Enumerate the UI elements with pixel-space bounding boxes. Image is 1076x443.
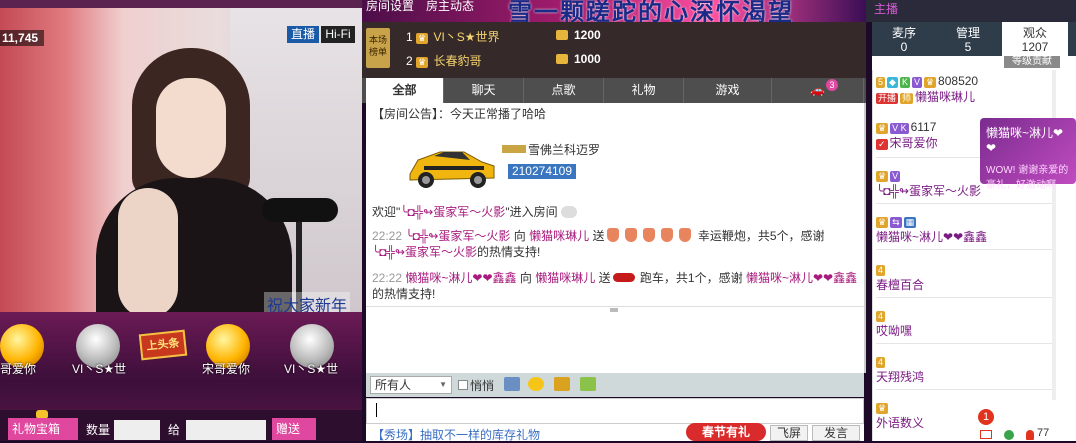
- user-icon: [1026, 430, 1034, 440]
- sports-car-icon: [409, 151, 495, 188]
- room-settings-link[interactable]: 房间设置: [366, 0, 414, 12]
- streamer-arm: [118, 188, 178, 312]
- gift-message-2-tail: 的热情支持!: [372, 287, 436, 301]
- audience-item-4[interactable]: ♛ ⇆ ▦ 懒猫咪~淋儿❤❤鑫鑫: [876, 214, 1052, 250]
- chevrolet-icon: [502, 145, 526, 153]
- gift-message-1: 22:22 ╰◘╬↬蛋家军～火影 向 懒猫咪琳儿 送 幸运鞭炮，共5个，感谢: [372, 228, 825, 243]
- firecracker-icon: [661, 228, 674, 242]
- tab-cars[interactable]: 🚗: [772, 78, 864, 103]
- rank-name: 长春豹哥: [433, 54, 482, 68]
- tab-games[interactable]: 游戏: [684, 78, 772, 103]
- gift-thanks-popup: 懒猫咪~淋儿❤❤ WOW! 谢谢亲爱的豪礼，好激动啊: [980, 118, 1076, 191]
- gift-ball-1-label: 哥爱你: [0, 362, 37, 376]
- rank-row-1[interactable]: 1 ♛ VI丶S★世界: [406, 28, 500, 45]
- sportscar-mini-icon: [612, 273, 635, 282]
- send-gift-button[interactable]: 赠送: [272, 418, 316, 440]
- quantity-input[interactable]: [114, 420, 160, 440]
- gift-ball-2-label: VI丶S★世: [72, 362, 127, 376]
- fly-screen-button[interactable]: 飞屏: [770, 425, 808, 441]
- whisper-checkbox[interactable]: [458, 380, 468, 390]
- firecracker-icon: [607, 228, 620, 242]
- rank-row-2[interactable]: 2 ♛ 长春豹哥: [406, 52, 481, 69]
- whisper-label: 悄悄: [470, 379, 495, 393]
- microphone: [262, 198, 338, 222]
- emoji-icon[interactable]: [528, 377, 544, 391]
- mail-icon[interactable]: [980, 430, 992, 439]
- notification-badge[interactable]: 1: [978, 409, 994, 425]
- firecracker-icon: [643, 228, 656, 242]
- tab-chat[interactable]: 聊天: [444, 78, 524, 103]
- quantity-label: 数量: [86, 423, 111, 437]
- android-icon: [560, 206, 577, 218]
- gift-box-button[interactable]: 礼物宝箱: [8, 418, 78, 440]
- recipient-input[interactable]: [186, 420, 266, 440]
- tab-gifts[interactable]: 礼物: [604, 78, 684, 103]
- tab-all[interactable]: 全部: [366, 78, 444, 103]
- chat-scrollbar[interactable]: [864, 103, 866, 373]
- car-count-badge: 3: [826, 79, 838, 91]
- room-notice: 【房间公告】：今天正常播了哈哈: [372, 107, 547, 121]
- level-contrib-label: 等级贡献: [1004, 56, 1060, 68]
- hifi-button[interactable]: Hi-Fi: [321, 26, 355, 43]
- viewer-count: 11,745: [0, 30, 44, 46]
- rank-name: VI丶S★世界: [433, 30, 500, 44]
- car-name: 雪佛兰科迈罗: [502, 142, 600, 158]
- gift-message-1-tail: ╰◘╬↬蛋家军～火影的热情支持!: [372, 245, 541, 259]
- audience-item-7[interactable]: 4 天翔残鸿: [876, 354, 1052, 390]
- recipient-select[interactable]: 所有人: [370, 376, 452, 394]
- firecracker-icon: [679, 228, 692, 242]
- tab-songs[interactable]: 点歌: [524, 78, 604, 103]
- audience-item-5[interactable]: 4 春檀百合: [876, 262, 1052, 298]
- tab-admins[interactable]: 管理 5: [936, 22, 1000, 56]
- gift-ball-3-label: 宋哥爱你: [202, 362, 251, 376]
- diamond-icon: ◆: [887, 77, 898, 88]
- recipient-label: 给: [168, 423, 181, 437]
- car-owner-id: 210274109: [508, 164, 576, 179]
- gift-message-2: 22:22 懒猫咪~淋儿❤❤鑫鑫 向 懒猫咪琳儿 送 跑车，共1个，感谢 懒猫咪…: [372, 271, 858, 285]
- input-caret: [376, 403, 377, 417]
- vip-emoji-icon[interactable]: [554, 377, 570, 391]
- audience-item-1[interactable]: 5 ◆ K V ♛ 808520 开播师懒猫咪琳儿: [876, 74, 1052, 105]
- status-ok-icon: [1004, 430, 1014, 440]
- rank-pos: 1: [406, 30, 413, 44]
- send-message-button[interactable]: 发言: [812, 425, 860, 441]
- image-icon[interactable]: [504, 377, 520, 391]
- car-icon: 🚗: [810, 83, 825, 97]
- audience-item-6[interactable]: 4 哎呦嘿: [876, 308, 1052, 344]
- promo-link[interactable]: 【秀场】抽取不一样的库存礼物: [372, 426, 540, 443]
- rank-coins-2: 1000: [556, 52, 601, 66]
- spring-gift-button[interactable]: 春节有礼: [686, 423, 766, 441]
- coin-icon: [556, 30, 568, 40]
- chat-input[interactable]: [366, 398, 864, 424]
- coin-icon: [556, 54, 568, 64]
- level-icon: ♛: [416, 33, 429, 44]
- divider-grip-icon[interactable]: [610, 308, 618, 312]
- firecracker-icon: [625, 228, 638, 242]
- live-video[interactable]: [0, 8, 362, 312]
- online-user-count: 77: [1037, 427, 1050, 439]
- right-top-strip: 主播: [866, 0, 1076, 22]
- host-news-link[interactable]: 房主动态: [426, 0, 474, 12]
- level-icon: ♛: [416, 57, 429, 68]
- rank-pos: 2: [406, 54, 413, 68]
- tab-audience[interactable]: 观众 1207: [1002, 22, 1068, 56]
- tab-mic-queue[interactable]: 麦序 0: [872, 22, 936, 56]
- welcome-message: 欢迎"╰◘╬↬蛋家军～火影"进入房间: [372, 204, 577, 220]
- gift-ball-4-label: VI丶S★世: [284, 362, 339, 376]
- live-button[interactable]: 直播: [287, 26, 319, 43]
- streamer-face: [156, 78, 226, 178]
- sticker-icon[interactable]: [580, 377, 596, 391]
- rank-coins-1: 1200: [556, 28, 601, 42]
- headline-badge[interactable]: 上头条: [138, 329, 188, 361]
- top-strip: [0, 0, 362, 8]
- rank-badge: 本场榜单: [366, 28, 390, 68]
